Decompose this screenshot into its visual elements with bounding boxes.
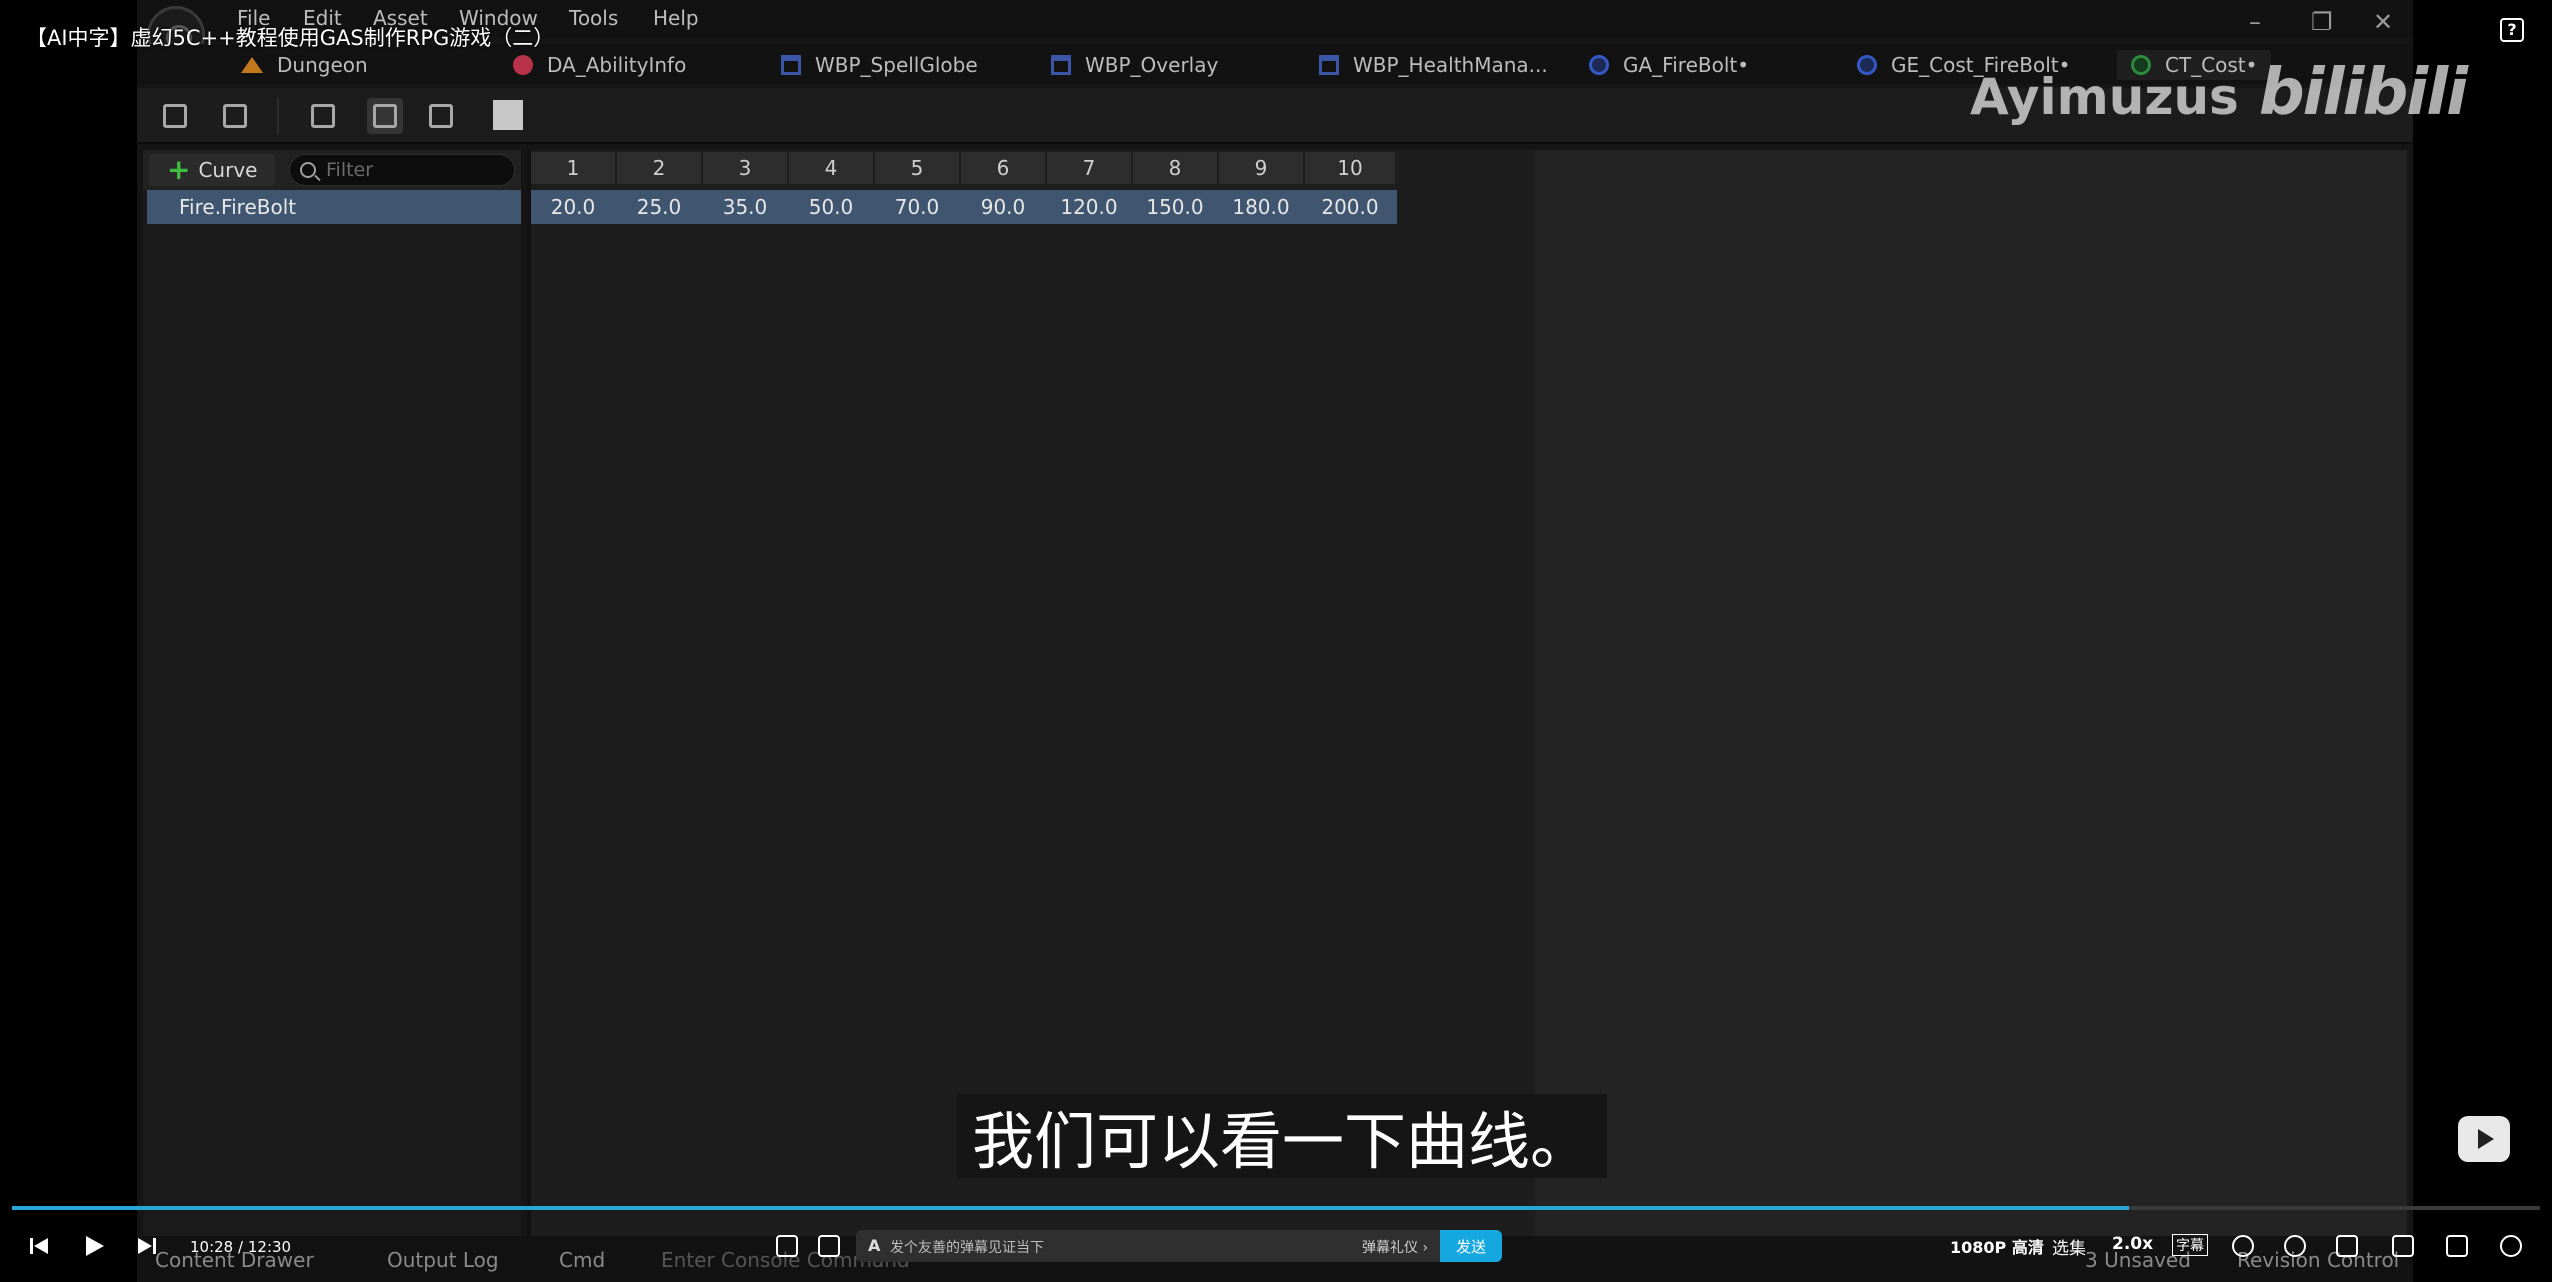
search-icon (300, 162, 316, 178)
curve-view-button[interactable] (367, 98, 403, 134)
volume-icon[interactable] (2232, 1235, 2254, 1257)
curve-row-fire-firebolt[interactable]: Fire.FireBolt (147, 190, 521, 224)
reimport-button[interactable] (305, 98, 341, 134)
progress-fill (12, 1206, 2129, 1210)
browse-button[interactable] (217, 98, 253, 134)
table-cell[interactable]: 25.0 (617, 190, 701, 224)
widget-blueprint-icon (781, 55, 801, 75)
browse-icon (223, 104, 247, 128)
next-icon[interactable] (136, 1235, 158, 1257)
video-subtitle: 我们可以看一下曲线。 (957, 1094, 1607, 1178)
danmaku-settings-icon[interactable] (818, 1235, 840, 1257)
column-header: 8 (1133, 152, 1217, 184)
table-cell[interactable]: 90.0 (961, 190, 1045, 224)
speed-selector[interactable]: 2.0x (2112, 1234, 2153, 1254)
progress-bar[interactable] (12, 1206, 2540, 1210)
filter-input[interactable] (326, 159, 496, 181)
plus-icon: + (167, 153, 191, 186)
column-header: 5 (875, 152, 959, 184)
tab-da-abilityinfo[interactable]: DA_AbilityInfo (513, 50, 686, 80)
column-header: 10 (1305, 152, 1395, 184)
widescreen-icon[interactable] (2392, 1235, 2414, 1257)
curve-list-header: + Curve (143, 150, 521, 190)
save-button[interactable] (157, 98, 193, 134)
tab-dungeon[interactable]: Dungeon (241, 50, 368, 80)
restore-icon[interactable]: ❐ (2311, 8, 2333, 36)
column-header: 3 (703, 152, 787, 184)
save-icon (163, 104, 187, 128)
table-cell[interactable]: 35.0 (703, 190, 787, 224)
table-cell[interactable]: 20.0 (531, 190, 615, 224)
column-header: 2 (617, 152, 701, 184)
minimize-icon[interactable]: – (2249, 8, 2261, 36)
column-header: 6 (961, 152, 1045, 184)
play-icon[interactable] (82, 1235, 104, 1257)
tab-wbp-spellglobe[interactable]: WBP_SpellGlobe (781, 50, 978, 80)
quality-selector[interactable]: 1080P 高清 (1950, 1234, 2044, 1258)
table-cell[interactable]: 200.0 (1305, 190, 1395, 224)
table-cell[interactable]: 180.0 (1219, 190, 1303, 224)
tv-icon[interactable] (2458, 1116, 2510, 1162)
level-icon (241, 57, 263, 73)
curve-color-swatch[interactable] (493, 100, 523, 130)
table-view-icon (429, 104, 453, 128)
filter-search[interactable] (289, 154, 515, 186)
table-cell[interactable]: 50.0 (789, 190, 873, 224)
table-row[interactable]: 20.0 25.0 35.0 50.0 70.0 90.0 120.0 150.0 180.0 2… (531, 190, 1397, 224)
toolbar-divider (277, 98, 279, 134)
column-header: 1 (531, 152, 615, 184)
danmaku-etiquette-link[interactable]: 弹幕礼仪 › (1362, 1237, 1428, 1257)
danmaku-style-icon[interactable]: A (868, 1236, 880, 1255)
column-header: 9 (1219, 152, 1303, 184)
tab-wbp-overlay[interactable]: WBP_Overlay (1051, 50, 1218, 80)
video-title: 【AI中字】虚幻5C++教程使用GAS制作RPG游戏（二） (26, 26, 555, 50)
tab-wbp-healthmana[interactable]: WBP_HealthMana... (1319, 50, 1548, 80)
unreal-editor-window: File Edit Asset Window Tools Help – ❐ ✕ … (137, 0, 2413, 1282)
data-asset-icon (513, 55, 533, 75)
danmaku-toggle-icon[interactable] (776, 1235, 798, 1257)
pip-icon[interactable] (2336, 1235, 2358, 1257)
previous-icon[interactable] (28, 1235, 50, 1257)
help-icon[interactable]: ? (2500, 18, 2524, 42)
blueprint-icon (1857, 55, 1877, 75)
column-header-row: 1 2 3 4 5 6 7 8 9 10 (531, 152, 1397, 186)
column-header: 7 (1047, 152, 1131, 184)
column-header: 4 (789, 152, 873, 184)
empty-area (1535, 150, 2407, 1282)
menu-help[interactable]: Help (653, 6, 699, 30)
settings-icon[interactable] (2284, 1235, 2306, 1257)
blueprint-icon (1589, 55, 1609, 75)
widget-blueprint-icon (1051, 55, 1071, 75)
add-curve-button[interactable]: + Curve (149, 154, 275, 186)
menu-tools[interactable]: Tools (569, 6, 618, 30)
tab-ga-firebolt[interactable]: GA_FireBolt• (1589, 50, 1749, 80)
send-button[interactable]: 发送 (1440, 1230, 1502, 1262)
subtitle-toggle[interactable]: 字幕 (2172, 1234, 2208, 1256)
danmaku-input[interactable]: 发个友善的弹幕见证当下 (890, 1237, 1044, 1257)
table-cell[interactable]: 120.0 (1047, 190, 1131, 224)
channel-watermark: Ayimuzus bilibili (1970, 56, 2468, 130)
close-icon[interactable]: ✕ (2373, 8, 2393, 36)
bilibili-logo: bilibili (2258, 56, 2468, 130)
fullscreen-icon[interactable] (2500, 1235, 2522, 1257)
widget-blueprint-icon (1319, 55, 1339, 75)
curve-view-icon (373, 104, 397, 128)
table-cell[interactable]: 70.0 (875, 190, 959, 224)
reimport-icon (311, 104, 335, 128)
episodes-button[interactable]: 选集 (2052, 1234, 2086, 1259)
table-view-button[interactable] (423, 98, 459, 134)
curve-list-panel: + Curve Fire.FireBolt (143, 150, 521, 1282)
table-cell[interactable]: 150.0 (1133, 190, 1217, 224)
danmaku-bar: A 发个友善的弹幕见证当下 弹幕礼仪 › 发送 (856, 1230, 1502, 1262)
time-display: 10:28 / 12:30 (190, 1238, 292, 1256)
web-fullscreen-icon[interactable] (2446, 1235, 2468, 1257)
